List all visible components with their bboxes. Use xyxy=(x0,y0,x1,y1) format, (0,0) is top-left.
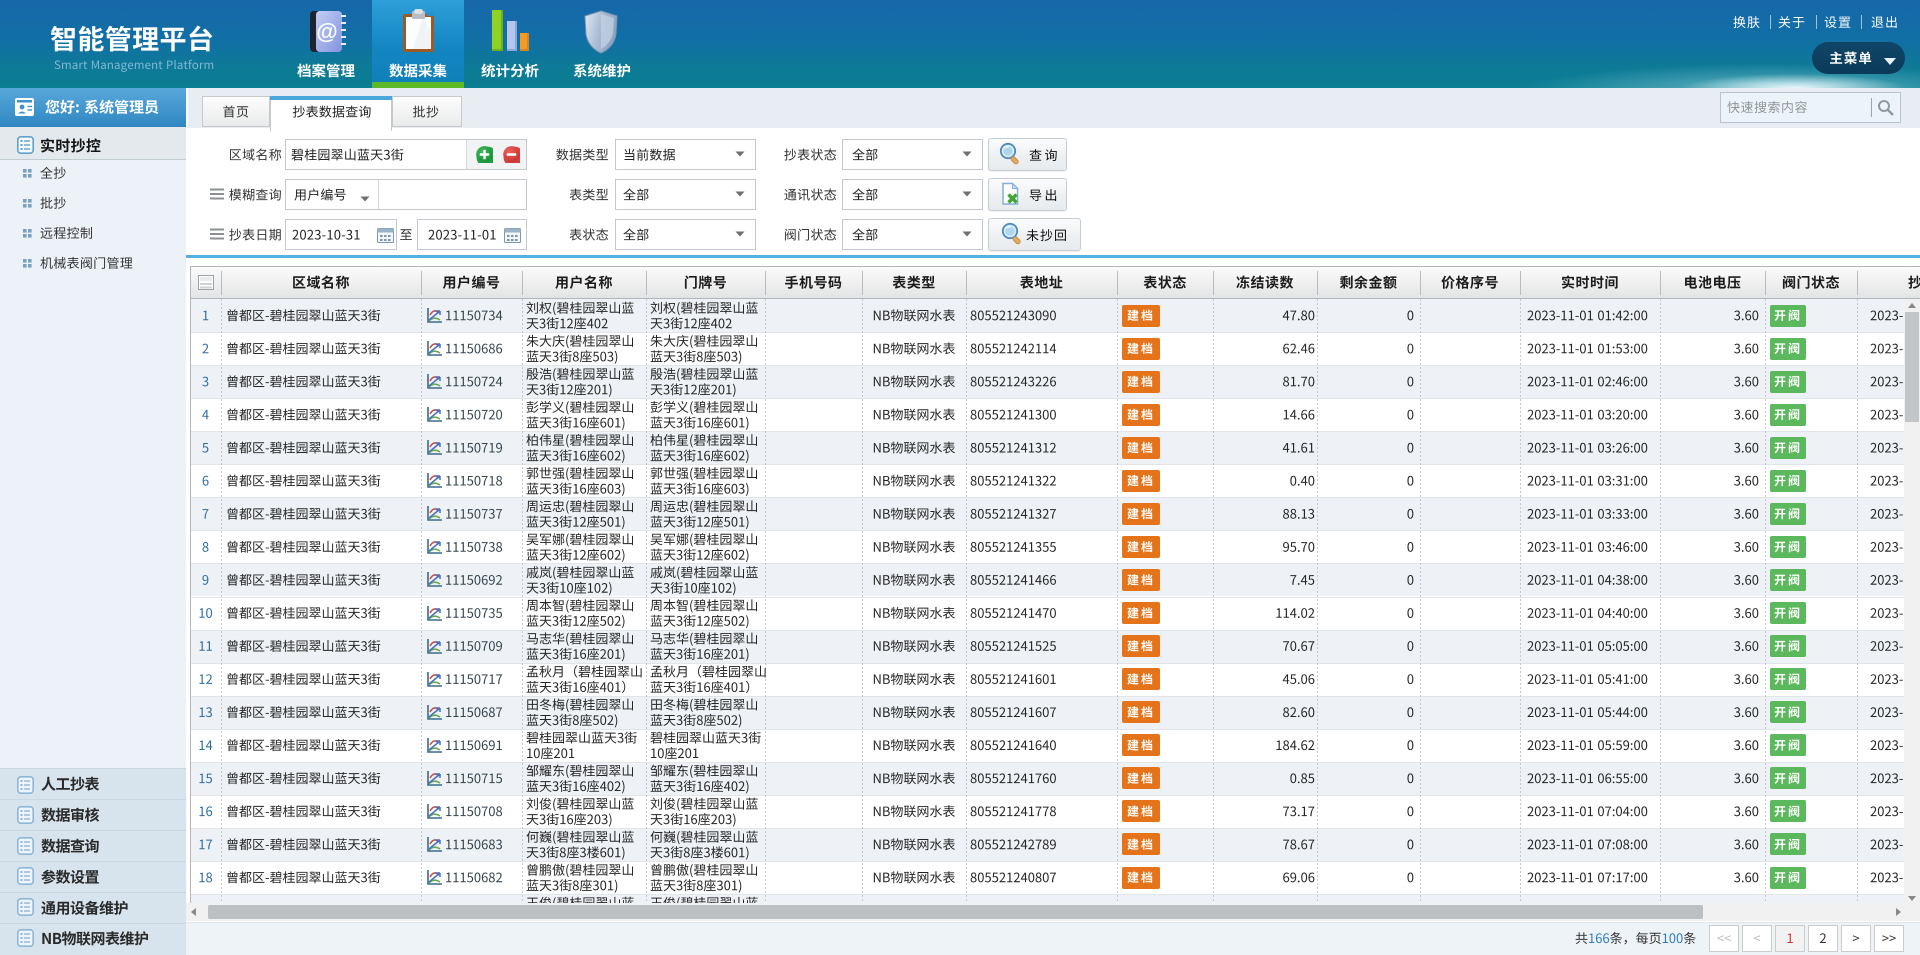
svg-text:@: @ xyxy=(316,19,337,44)
